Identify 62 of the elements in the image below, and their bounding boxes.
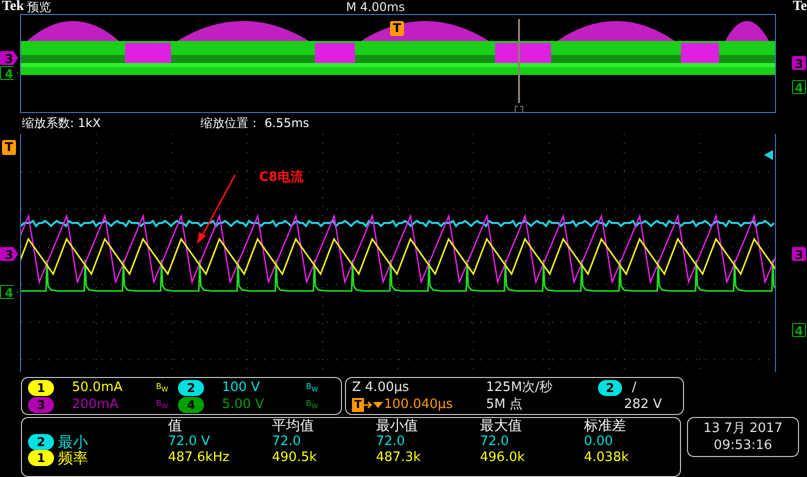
record-length: 5M 点: [486, 396, 523, 413]
measurement-name: 频率: [58, 450, 89, 466]
bandwidth-limit-label: B$_{W}$: [156, 380, 170, 396]
table-cell-text: 490.5k: [272, 450, 318, 466]
table-cell-text: 72.0: [480, 434, 510, 450]
mode-title: 预览: [27, 0, 52, 14]
brand-logo: Tek: [2, 0, 24, 14]
channel-marker[interactable]: 3: [792, 56, 806, 70]
measurement-name: 最小: [58, 434, 89, 450]
column-header: 平均值: [272, 418, 315, 434]
table-cell-text: 72.0 V: [168, 434, 211, 450]
column-header: 最大值: [480, 418, 523, 434]
channel-marker[interactable]: 4: [0, 285, 18, 299]
column-header: 最小值: [376, 418, 419, 434]
cursor-line[interactable]: [517, 19, 521, 103]
channel-marker[interactable]: 4: [792, 80, 806, 94]
level-arrow-icon: [764, 150, 773, 160]
channel-marker[interactable]: 3: [792, 247, 806, 261]
brand-logo: Te: [792, 0, 807, 14]
trigger-slope: /: [631, 379, 636, 396]
channel-marker[interactable]: 3: [0, 247, 18, 261]
table-cell-text: 4.038k: [584, 450, 630, 466]
channel-badge[interactable]: 2: [178, 380, 204, 396]
trigger-icon: T: [352, 398, 364, 412]
zoom-timebase: Z 4.00µs: [352, 379, 410, 396]
annotation-arrow: [197, 174, 236, 244]
time-label: 09:53:16: [714, 437, 772, 454]
annotation-label: C8电流: [259, 168, 304, 186]
trigger-delay: 100.040µs: [384, 396, 453, 413]
column-header: 标准差: [584, 418, 627, 434]
channel-scale: 100 V: [221, 380, 261, 396]
trigger-source-badge[interactable]: 2: [598, 380, 622, 396]
table-cell-text: 496.0k: [480, 450, 526, 466]
trigger-marker[interactable]: T: [2, 140, 16, 155]
trigger-position-icon: [364, 400, 384, 410]
timebase-readout: M 4.00ms: [346, 0, 405, 14]
trigger-marker[interactable]: T: [390, 21, 404, 36]
channel-scale: 5.00 V: [221, 397, 265, 413]
channel-marker[interactable]: 3: [0, 51, 18, 65]
zoom-position-label: 缩放位置： 6.55ms: [200, 114, 310, 132]
channel-scale: 50.0mA: [71, 380, 124, 396]
table-cell-text: 72.0: [272, 434, 302, 450]
channel-marker[interactable]: 4: [792, 323, 806, 337]
bandwidth-limit-label: B$_{W}$: [156, 398, 170, 412]
channel-badge[interactable]: 1: [28, 450, 54, 466]
column-header: 值: [168, 418, 183, 434]
bandwidth-limit-label: B$_{W}$: [306, 398, 320, 412]
channel-badge[interactable]: 1: [28, 380, 54, 396]
channel-scale: 200mA: [71, 397, 120, 413]
trigger-level: 282 V: [624, 396, 662, 413]
table-cell-text: 72.0: [376, 434, 406, 450]
channel-badge[interactable]: 2: [28, 434, 54, 450]
bracket-icon: [515, 106, 523, 112]
channel-marker[interactable]: 4: [0, 66, 18, 80]
table-cell-text: 487.6kHz: [168, 450, 230, 466]
table-cell-text: 0.00: [584, 434, 614, 450]
table-cell-text: 487.3k: [376, 450, 422, 466]
bandwidth-limit-label: B$_{W}$: [306, 380, 320, 396]
channel-badge[interactable]: 4: [178, 397, 204, 413]
zoom-factor-label: 缩放系数: 1kX: [22, 114, 101, 132]
sample-rate: 125M次/秒: [486, 379, 552, 396]
date-label: 13 7月 2017: [703, 420, 783, 437]
